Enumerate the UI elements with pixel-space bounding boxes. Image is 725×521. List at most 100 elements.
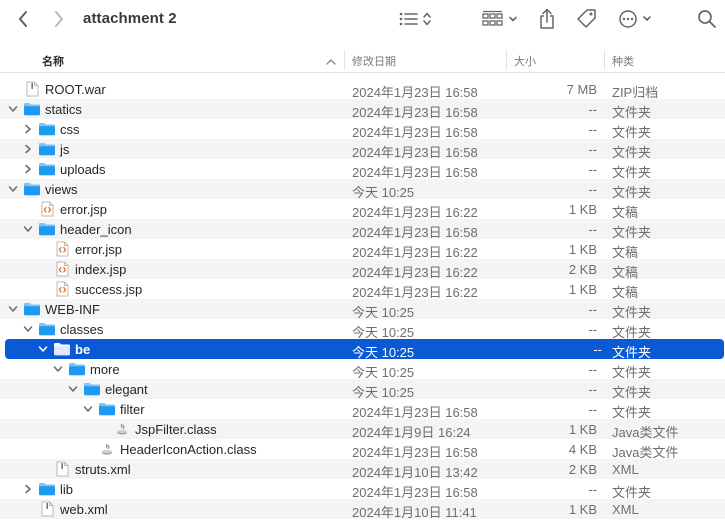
list-item[interactable]: error.jsp 2024年1月23日 16:22 1 KB 文稿	[0, 199, 725, 220]
ellipsis-circle-icon	[617, 9, 657, 32]
column-header: 名称 修改日期 大小 种类	[0, 46, 725, 73]
file-size: 4 KB	[568, 442, 597, 457]
file-name: JspFilter.class	[135, 421, 217, 437]
column-header-size[interactable]: 大小	[514, 53, 536, 69]
column-divider[interactable]	[344, 50, 345, 70]
file-size: --	[588, 362, 597, 377]
name-cell: web.xml	[21, 499, 108, 519]
code-file-icon	[53, 261, 71, 277]
list-item[interactable]: header_icon 2024年1月23日 16:58 -- 文件夹	[0, 219, 725, 240]
name-cell: HeaderIconAction.class	[81, 439, 257, 459]
view-options-button[interactable]	[480, 5, 522, 35]
file-name: HeaderIconAction.class	[120, 441, 257, 457]
file-name: filter	[120, 401, 145, 417]
name-cell: WEB-INF	[6, 299, 100, 319]
list-item[interactable]: lib 2024年1月23日 16:58 -- 文件夹	[0, 479, 725, 500]
code-file-icon	[53, 281, 71, 297]
folder-icon	[98, 402, 116, 417]
list-item[interactable]: HeaderIconAction.class 2024年1月23日 16:58 4 …	[0, 439, 725, 460]
chevron-down-icon[interactable]	[66, 382, 80, 396]
list-item[interactable]: elegant 今天 10:25 -- 文件夹	[0, 379, 725, 400]
grid-view-icon	[481, 10, 521, 31]
share-button[interactable]	[534, 5, 560, 35]
java-class-icon	[113, 422, 131, 437]
chevron-down-icon[interactable]	[21, 222, 35, 236]
back-button[interactable]	[10, 5, 36, 35]
file-list: ROOT.war 2024年1月23日 16:58 7 MB ZIP归档 statics…	[0, 79, 725, 520]
list-item[interactable]: views 今天 10:25 -- 文件夹	[0, 179, 725, 200]
file-size: 1 KB	[568, 502, 597, 517]
name-cell: success.jsp	[36, 279, 142, 299]
list-item[interactable]: uploads 2024年1月23日 16:58 -- 文件夹	[0, 159, 725, 180]
list-item[interactable]: more 今天 10:25 -- 文件夹	[0, 359, 725, 380]
chevron-down-icon[interactable]	[6, 102, 20, 116]
chevron-right-icon[interactable]	[21, 142, 35, 156]
chevron-right-icon[interactable]	[21, 482, 35, 496]
list-item[interactable]: success.jsp 2024年1月23日 16:22 1 KB 文稿	[0, 279, 725, 300]
file-size: 1 KB	[568, 422, 597, 437]
file-name: ROOT.war	[45, 81, 106, 97]
list-sort-icon	[397, 10, 435, 31]
file-name: statics	[45, 101, 82, 117]
file-size: --	[588, 142, 597, 157]
list-item[interactable]: js 2024年1月23日 16:58 -- 文件夹	[0, 139, 725, 160]
chevron-down-icon[interactable]	[81, 402, 95, 416]
list-item[interactable]: WEB-INF 今天 10:25 -- 文件夹	[0, 299, 725, 320]
column-header-name[interactable]: 名称	[42, 53, 64, 69]
file-size: --	[588, 162, 597, 177]
folder-icon	[23, 102, 41, 117]
file-name: css	[60, 121, 80, 137]
list-item[interactable]: web.xml 2024年1月10日 11:41 1 KB XML	[0, 499, 725, 520]
name-cell: struts.xml	[36, 459, 131, 479]
list-item[interactable]: filter 2024年1月23日 16:58 -- 文件夹	[0, 399, 725, 420]
chevron-down-icon[interactable]	[6, 302, 20, 316]
list-item[interactable]: ROOT.war 2024年1月23日 16:58 7 MB ZIP归档	[0, 79, 725, 100]
list-item[interactable]: css 2024年1月23日 16:58 -- 文件夹	[0, 119, 725, 140]
column-header-kind[interactable]: 种类	[612, 53, 634, 69]
file-size: 2 KB	[568, 462, 597, 477]
name-cell: index.jsp	[36, 259, 126, 279]
name-cell: filter	[81, 399, 145, 419]
chevron-right-icon[interactable]	[21, 162, 35, 176]
code-file-icon	[38, 201, 56, 217]
file-kind: XML	[612, 502, 639, 517]
search-button[interactable]	[694, 5, 720, 35]
file-name: web.xml	[60, 501, 108, 517]
file-name: header_icon	[60, 221, 132, 237]
column-divider[interactable]	[506, 50, 507, 70]
file-size: --	[588, 482, 597, 497]
name-cell: css	[21, 119, 80, 139]
name-cell: lib	[21, 479, 73, 499]
chevron-down-icon[interactable]	[21, 322, 35, 336]
tag-button[interactable]	[574, 5, 600, 35]
toolbar: attachment 2	[0, 0, 725, 40]
file-kind: XML	[612, 462, 639, 477]
file-size: 7 MB	[566, 82, 597, 97]
file-name: js	[60, 141, 70, 157]
group-by-button[interactable]	[396, 5, 436, 35]
list-item-selected[interactable]: be 今天 10:25 -- 文件夹	[5, 339, 724, 360]
list-item[interactable]: struts.xml 2024年1月10日 13:42 2 KB XML	[0, 459, 725, 480]
java-class-icon	[98, 442, 116, 457]
name-cell: uploads	[21, 159, 106, 179]
list-item[interactable]: JspFilter.class 2024年1月9日 16:24 1 KB Java类文…	[0, 419, 725, 440]
list-item[interactable]: classes 今天 10:25 -- 文件夹	[0, 319, 725, 340]
forward-button[interactable]	[46, 5, 72, 35]
column-divider[interactable]	[604, 50, 605, 70]
modified-date: 2024年1月10日 11:41	[352, 505, 477, 520]
chevron-right-icon[interactable]	[21, 122, 35, 136]
list-item[interactable]: error.jsp 2024年1月23日 16:22 1 KB 文稿	[0, 239, 725, 260]
list-item[interactable]: statics 2024年1月23日 16:58 -- 文件夹	[0, 99, 725, 120]
folder-icon	[83, 382, 101, 397]
chevron-down-icon[interactable]	[51, 362, 65, 376]
chevron-down-icon[interactable]	[36, 342, 50, 356]
more-actions-button[interactable]	[616, 5, 658, 35]
column-header-date[interactable]: 修改日期	[352, 53, 396, 69]
name-cell: statics	[6, 99, 82, 119]
list-item[interactable]: index.jsp 2024年1月23日 16:22 2 KB 文稿	[0, 259, 725, 280]
name-cell: header_icon	[21, 219, 132, 239]
chevron-down-icon[interactable]	[6, 182, 20, 196]
document-icon	[53, 461, 71, 477]
folder-icon	[68, 362, 86, 377]
folder-icon	[53, 342, 71, 357]
